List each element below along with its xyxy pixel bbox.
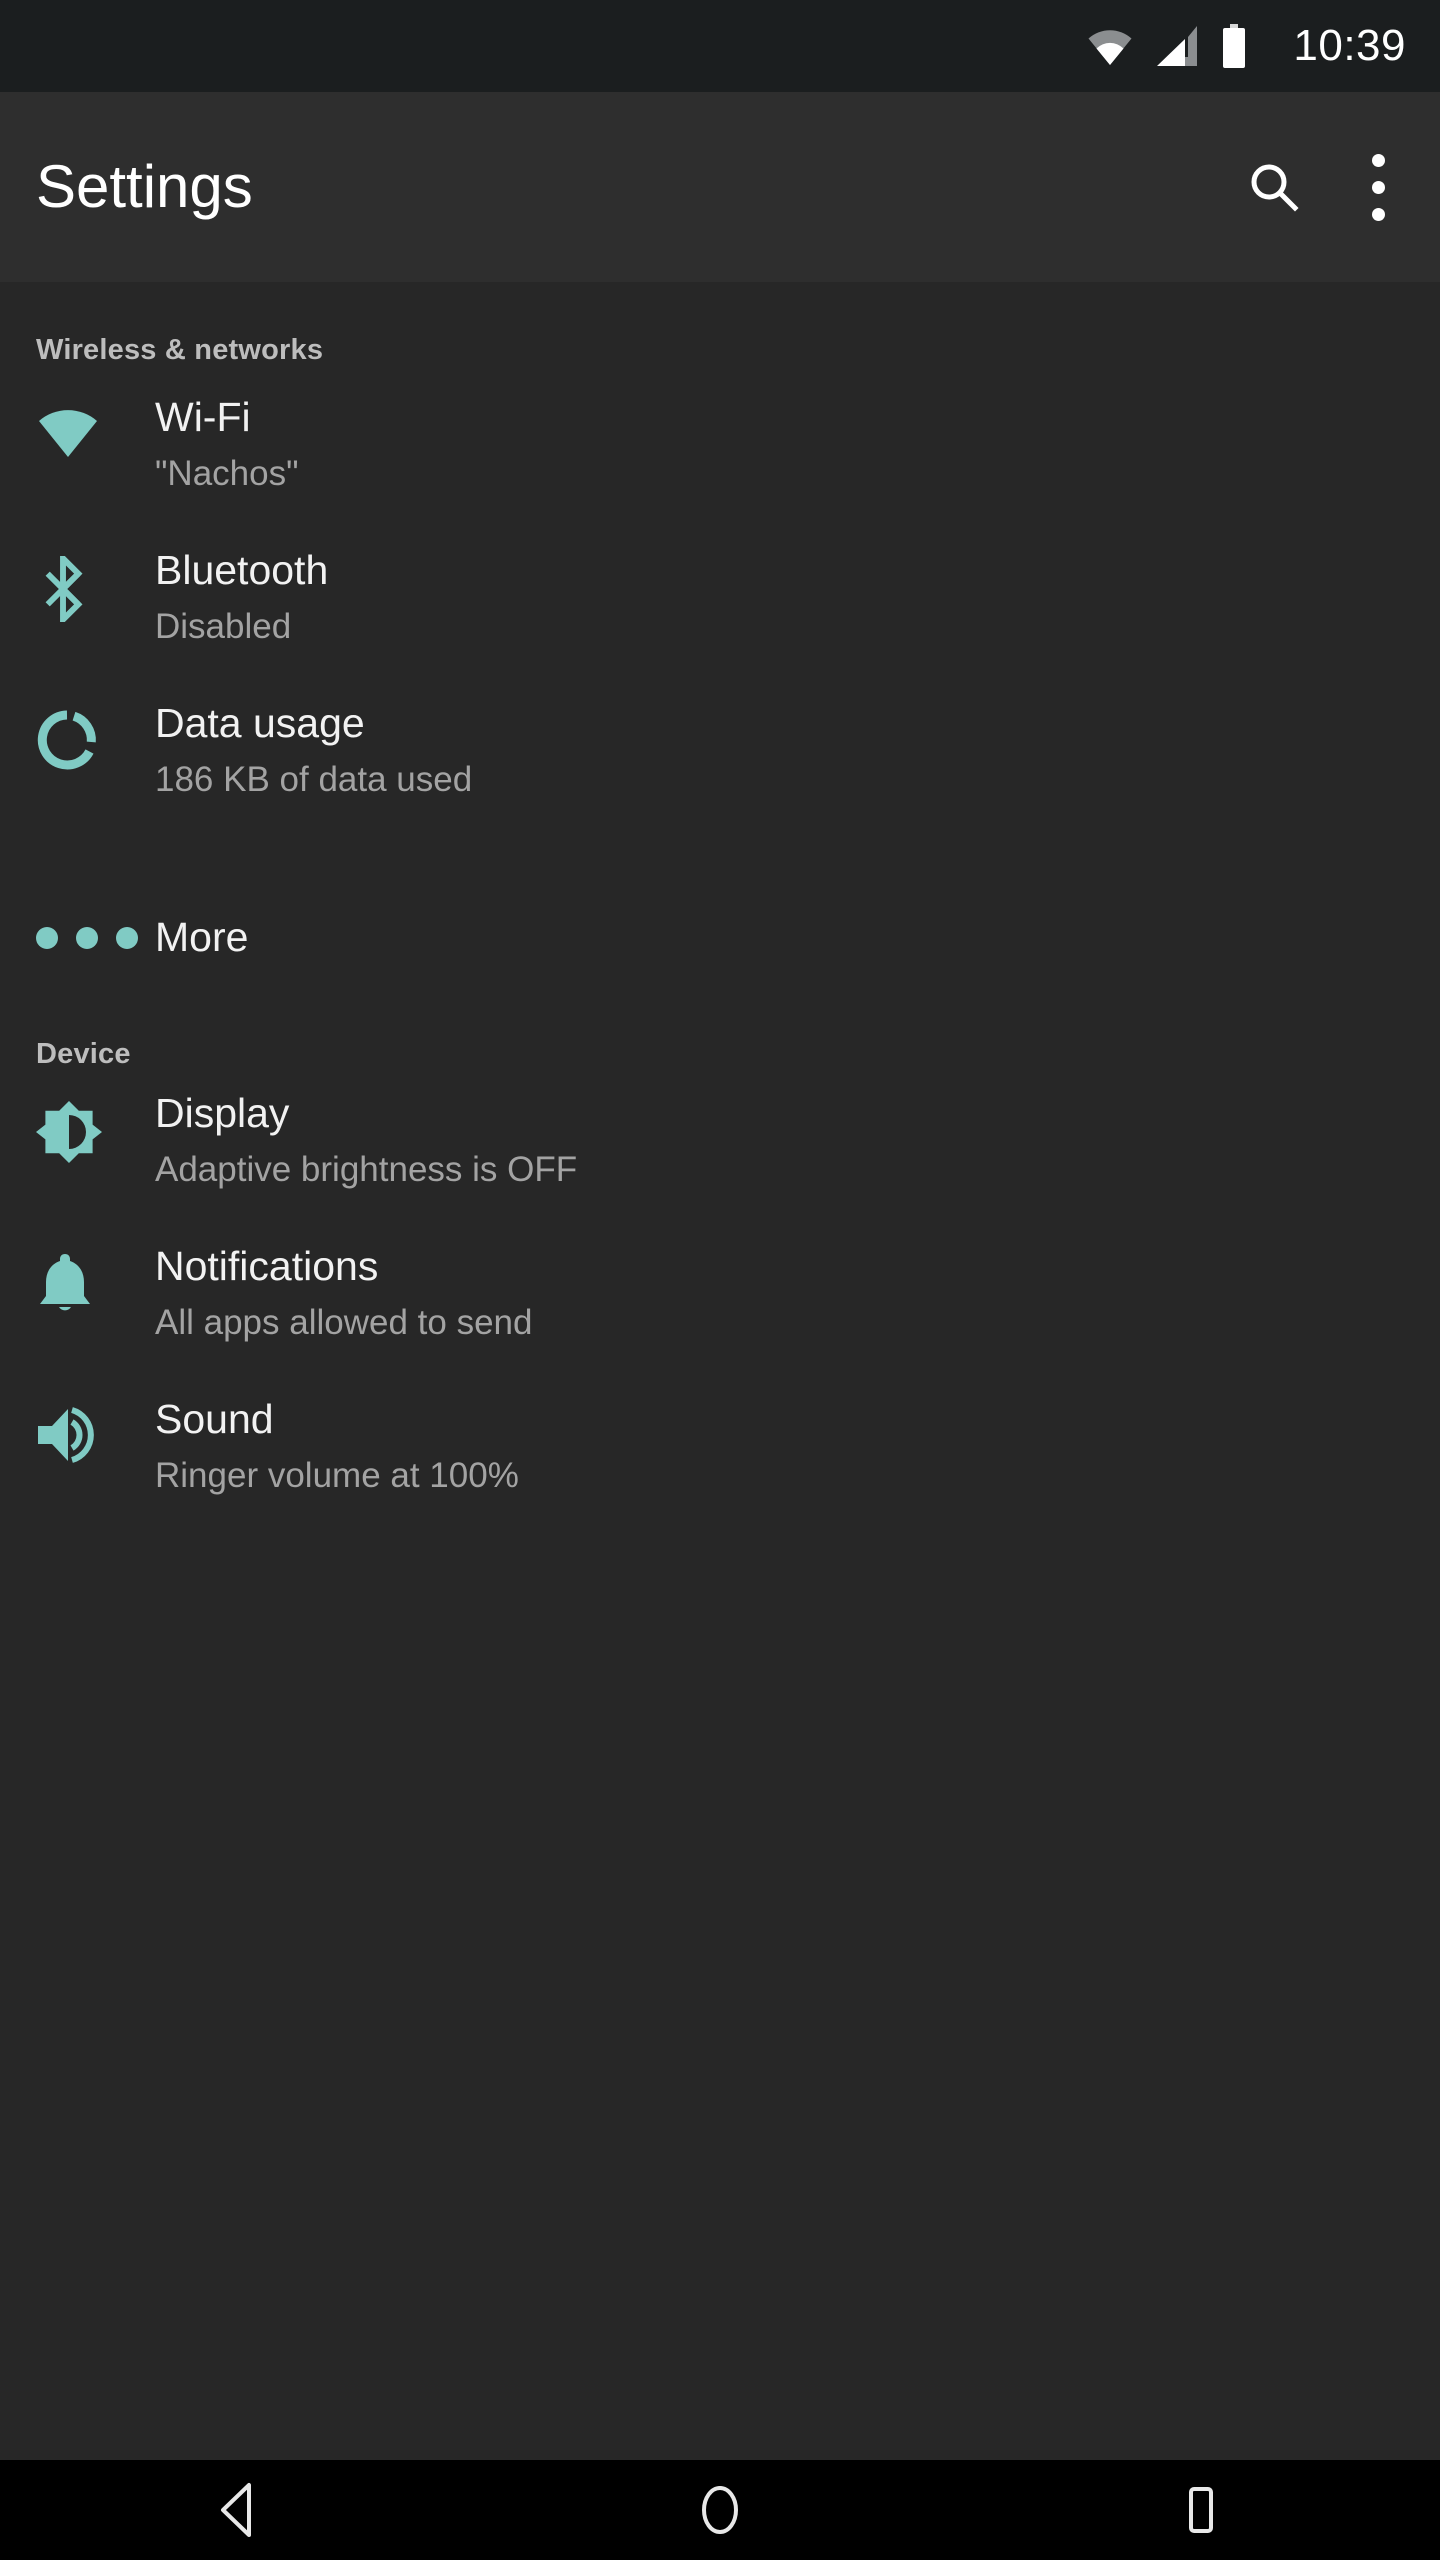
home-icon (702, 2486, 738, 2534)
row-title: Bluetooth (155, 547, 329, 593)
settings-row-bluetooth[interactable]: Bluetooth Disabled (0, 547, 1440, 703)
status-bar-clock: 10:39 (1293, 21, 1406, 70)
volume-up-icon (38, 1407, 94, 1463)
settings-row-display[interactable]: Display Adaptive brightness is OFF (0, 1090, 1440, 1246)
status-bar: 10:39 (0, 0, 1440, 92)
row-text-slot: Wi-Fi "Nachos" (155, 394, 299, 494)
settings-row-notifications[interactable]: Notifications All apps allowed to send (0, 1243, 1440, 1399)
overflow-menu-icon (1371, 153, 1385, 221)
search-button[interactable] (1218, 131, 1330, 243)
row-subtitle: Disabled (155, 607, 292, 647)
section-header-wireless: Wireless & networks (36, 334, 324, 366)
page-title: Settings (36, 153, 253, 220)
app-bar: Settings (0, 92, 1440, 282)
battery-icon (1223, 24, 1246, 68)
settings-row-sound[interactable]: Sound Ringer volume at 100% (0, 1396, 1440, 1552)
navigation-bar (0, 2460, 1440, 2560)
settings-row-data-usage[interactable]: Data usage 186 KB of data used (0, 700, 1440, 856)
settings-row-more[interactable]: More (0, 878, 1440, 998)
row-icon-slot (36, 1397, 155, 1465)
row-icon-slot (36, 1244, 155, 1318)
notifications-icon (40, 1254, 90, 1311)
row-title: Notifications (155, 1243, 379, 1289)
row-icon-slot (36, 548, 155, 622)
bluetooth-icon (45, 556, 83, 622)
settings-row-wifi[interactable]: Wi-Fi "Nachos" (0, 394, 1440, 550)
home-button[interactable] (620, 2460, 820, 2560)
row-text-slot: Notifications All apps allowed to send (155, 1243, 533, 1343)
row-subtitle: Adaptive brightness is OFF (155, 1150, 578, 1190)
overflow-menu-button[interactable] (1330, 131, 1426, 243)
row-icon-slot (36, 1091, 155, 1165)
row-text-slot: More (155, 915, 248, 960)
row-subtitle: 186 KB of data used (155, 760, 473, 800)
row-icon-slot (36, 927, 155, 949)
app-bar-actions (1218, 131, 1440, 243)
section-header-device: Device (36, 1038, 131, 1070)
row-subtitle: All apps allowed to send (155, 1303, 533, 1343)
search-icon (1251, 164, 1299, 212)
recents-button[interactable] (1100, 2460, 1300, 2560)
status-bar-icons: 10:39 (1087, 24, 1406, 68)
recents-icon (1189, 2487, 1213, 2533)
row-title: Sound (155, 1396, 274, 1442)
back-button[interactable] (140, 2460, 340, 2560)
back-icon (221, 2483, 251, 2537)
data-usage-icon (37, 710, 96, 770)
row-title: Display (155, 1090, 290, 1136)
row-icon-slot (36, 701, 155, 771)
row-title: More (155, 914, 249, 961)
row-icon-slot (36, 395, 155, 459)
wifi-icon (39, 410, 97, 457)
cellular-signal-icon (1157, 26, 1198, 66)
brightness-icon (36, 1101, 102, 1163)
settings-list[interactable]: Wireless & networks Wi-Fi "Nachos" Bluet… (0, 282, 1440, 2460)
row-subtitle: Ringer volume at 100% (155, 1456, 519, 1496)
more-dots-icon (36, 927, 138, 949)
android-settings-screen: 10:39 Settings Wireless & networks Wi-Fi… (0, 0, 1440, 2560)
row-text-slot: Sound Ringer volume at 100% (155, 1396, 519, 1496)
row-text-slot: Display Adaptive brightness is OFF (155, 1090, 578, 1190)
wifi-icon (1088, 30, 1132, 66)
row-title: Data usage (155, 700, 365, 746)
row-subtitle: "Nachos" (155, 454, 299, 494)
row-title: Wi-Fi (155, 394, 251, 440)
row-text-slot: Bluetooth Disabled (155, 547, 329, 647)
row-text-slot: Data usage 186 KB of data used (155, 700, 473, 800)
